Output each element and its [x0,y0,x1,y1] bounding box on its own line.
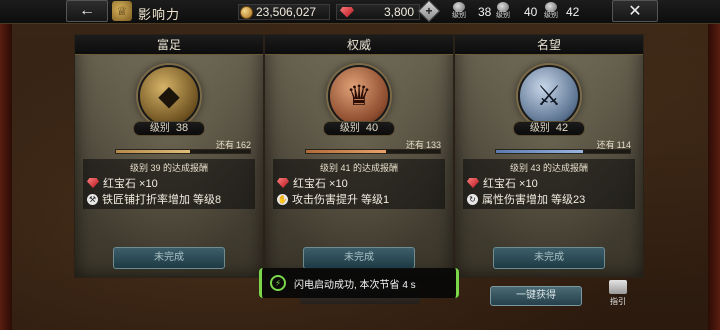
authority-mini-icon [497,2,509,12]
level-value: 42 [555,122,569,134]
swirl-icon: ↻ [467,193,478,205]
progress-bar [305,149,441,154]
reward-ruby: 红宝石 ×10 [277,175,348,191]
progress-fill [496,150,584,153]
book-icon [609,280,627,294]
level-label: 级别 [339,123,360,134]
badge-value: 38 [478,5,492,19]
lightning-icon: ⚡ [270,275,286,291]
reward-box: 级别 43 的达成报酬 红宝石 ×10 ↻ 属性伤害增加 等级23 [463,159,635,209]
guide-button[interactable]: 指引 [604,280,632,310]
level-pill: 级别 42 [513,121,585,136]
level-value: 40 [365,122,379,134]
status-button[interactable]: 未完成 [113,247,225,269]
reward-title: 级别 41 的达成报酬 [319,163,398,173]
back-arrow-icon: ← [79,2,95,19]
fame-mini-icon [545,2,557,12]
panel-title: 权威 [265,35,453,55]
reward-ruby: 红宝石 ×10 [87,175,158,191]
reward-ruby-text: 红宝石 ×10 [293,178,348,190]
status-button[interactable]: 未完成 [493,247,605,269]
abundance-mini-icon [453,2,465,12]
progress-bar [495,149,631,154]
badge-label: 级别 [496,12,510,19]
reward-box: 级别 41 的达成报酬 红宝石 ×10 ✋ 攻击伤害提升 等级1 [273,159,445,209]
badge-authority: 级别 [496,2,510,20]
hammer-icon: ⚒ [87,193,98,205]
reward-bonus-text: 铁匠铺打折率增加 等级8 [102,194,222,206]
crown-emblem-icon: ♛ [328,65,390,127]
right-frame [708,24,720,330]
ruby-icon-wrap [340,3,358,21]
shield-emblem-icon: ⚔ [518,65,580,127]
reward-ruby-text: 红宝石 ×10 [103,178,158,190]
fist-icon: ✋ [277,193,288,205]
level-pill: 级别 38 [133,121,205,136]
gold-value: 23,506,027 [256,5,317,19]
badge-label: 级别 [452,12,466,19]
progress-fill [306,150,387,153]
ruby-counter: 3,800 [384,3,414,21]
close-icon: ✕ [628,3,642,20]
badge-abundance: 级别 [452,2,466,20]
reward-title: 级别 39 的达成报酬 [129,163,208,173]
reward-bonus-text: 攻击伤害提升 等级1 [292,194,390,206]
ruby-icon [277,178,289,188]
reward-bonus: ↻ 属性伤害增加 等级23 [467,191,585,207]
reward-ruby: 红宝石 ×10 [467,175,538,191]
reward-bonus-text: 属性伤害增加 等级23 [482,194,586,206]
plus-icon: + [425,4,433,18]
ruby-value: 3,800 [384,5,415,19]
ruby-icon [87,178,99,188]
left-frame [0,24,12,330]
influence-icon: ♕ [112,1,132,21]
diamond-emblem-icon: ◆ [138,65,200,127]
gold-coin-icon [240,5,253,19]
reward-box: 级别 39 的达成报酬 红宝石 ×10 ⚒ 铁匠铺打折率增加 等级8 [83,159,255,209]
guide-label: 指引 [610,297,626,306]
level-label: 级别 [149,123,170,134]
gold-counter: 23,506,027 [240,3,316,21]
reward-bonus: ✋ 攻击伤害提升 等级1 [277,191,389,207]
back-button[interactable]: ← [66,0,108,22]
panel-abundance: 富足 ◆ 级别 38 还有 162 级别 39 的达成报酬 红宝石 ×10 ⚒ 铁匠… [74,34,264,278]
badge-fame: 级别 [544,2,558,20]
panel-title: 富足 [75,35,263,55]
panel-fame: 名望 ⚔ 级别 42 还有 114 级别 43 的达成报酬 红宝石 ×10 ↻ 属性… [454,34,644,278]
ruby-icon [467,178,479,188]
ruby-icon [340,6,354,18]
progress-bar [115,149,251,154]
reward-ruby-text: 红宝石 ×10 [483,178,538,190]
badge-label: 级别 [544,12,558,19]
level-value: 38 [175,122,189,134]
panel-authority: 权威 ♛ 级别 40 还有 133 级别 41 的达成报酬 红宝石 ×10 ✋ 攻击… [264,34,454,278]
badge-value: 42 [566,5,580,19]
reward-title: 级别 43 的达成报酬 [509,163,588,173]
badge-value: 40 [524,5,538,19]
level-label: 级别 [529,123,550,134]
reward-bonus: ⚒ 铁匠铺打折率增加 等级8 [87,191,221,207]
status-button[interactable]: 未完成 [303,247,415,269]
claim-all-button[interactable]: 一键获得 [490,286,582,306]
progress-fill [116,150,190,153]
panel-title: 名望 [455,35,643,55]
toast-text: 闪电启动成功, 本次节省 4 s [294,279,416,291]
close-button[interactable]: ✕ [612,0,658,22]
level-pill: 级别 40 [323,121,395,136]
page-title: 影响力 [138,7,181,22]
toast-notification: ⚡ 闪电启动成功, 本次节省 4 s [259,268,459,298]
